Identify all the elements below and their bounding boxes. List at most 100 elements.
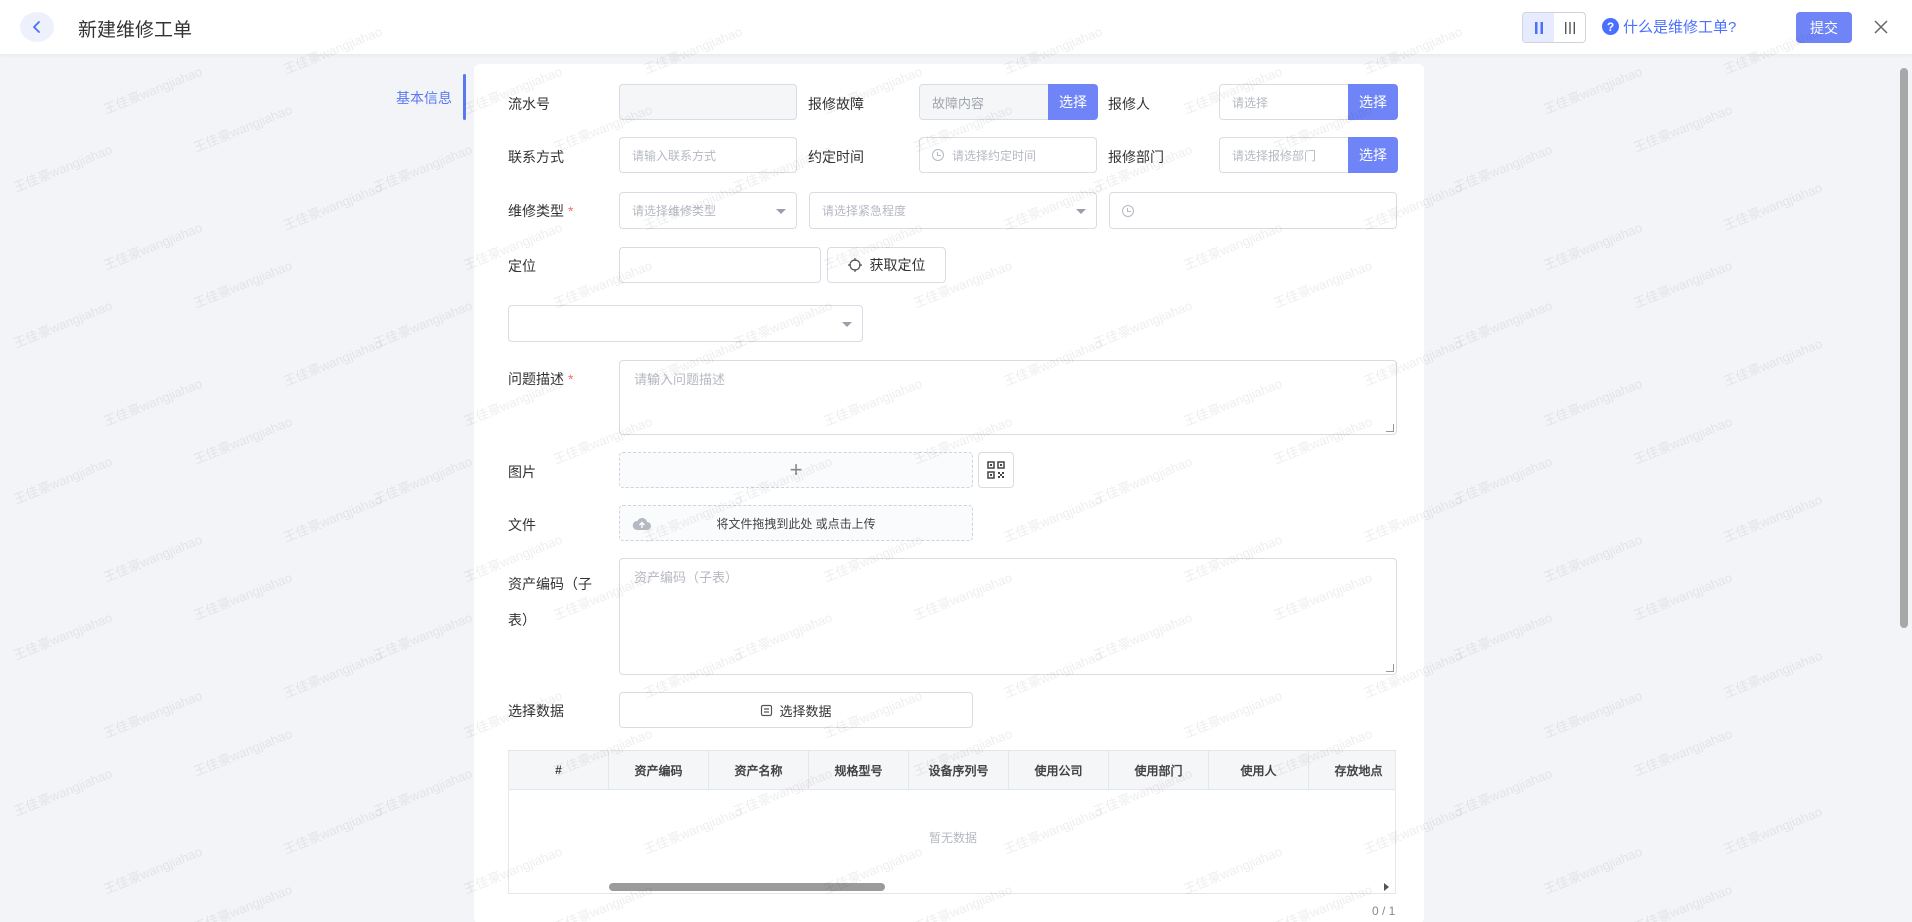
resize-handle[interactable] bbox=[1386, 664, 1394, 672]
close-icon bbox=[1874, 20, 1888, 34]
watermark-text: 王佳豪wangjiahao bbox=[11, 609, 115, 664]
watermark-text: 王佳豪wangjiahao bbox=[281, 647, 385, 702]
scroll-right-icon[interactable] bbox=[1384, 883, 1389, 891]
submit-button[interactable]: 提交 bbox=[1796, 12, 1852, 43]
column-header-company: 使用公司 bbox=[1009, 751, 1109, 789]
page-vertical-scrollbar[interactable] bbox=[1900, 68, 1910, 628]
clock-icon bbox=[932, 149, 944, 161]
fault-input[interactable]: 故障内容 bbox=[919, 84, 1049, 120]
resize-handle[interactable] bbox=[1386, 424, 1394, 432]
column-header-index: # bbox=[509, 751, 609, 789]
appointment-input[interactable]: 请选择约定时间 bbox=[919, 137, 1097, 173]
chevron-down-icon bbox=[776, 208, 786, 214]
asset-code-textarea[interactable]: 资产编码（子表） bbox=[619, 558, 1397, 675]
help-link[interactable]: ? 什么是维修工单? bbox=[1602, 16, 1736, 37]
select-data-button[interactable]: 选择数据 bbox=[619, 692, 973, 728]
serial-label: 流水号 bbox=[508, 96, 550, 112]
close-button[interactable] bbox=[1870, 16, 1892, 38]
clock-icon bbox=[1122, 204, 1134, 217]
file-label: 文件 bbox=[508, 517, 536, 533]
three-column-layout-button[interactable] bbox=[1554, 13, 1585, 42]
watermark-text: 王佳豪wangjiahao bbox=[1541, 843, 1645, 898]
scrollbar-thumb[interactable] bbox=[1900, 68, 1908, 628]
select-data-label: 选择数据 bbox=[508, 703, 564, 719]
watermark-text: 王佳豪wangjiahao bbox=[1721, 647, 1825, 702]
table-empty-text: 暂无数据 bbox=[928, 831, 977, 845]
reporter-choose-button[interactable]: 选择 bbox=[1348, 84, 1398, 120]
column-header-serial-number: 设备序列号 bbox=[909, 751, 1009, 789]
repair-type-label: 维修类型 * bbox=[508, 201, 573, 221]
qr-code-icon bbox=[987, 461, 1005, 479]
description-textarea[interactable]: 请输入问题描述 bbox=[619, 360, 1397, 435]
image-label: 图片 bbox=[508, 464, 536, 480]
location-select[interactable] bbox=[508, 305, 863, 342]
column-header-storage-location: 存放地点 bbox=[1309, 751, 1395, 789]
image-upload-area[interactable]: + bbox=[619, 452, 973, 488]
watermark-text: 王佳豪wangjiahao bbox=[191, 569, 295, 624]
watermark-text: 王佳豪wangjiahao bbox=[101, 843, 205, 898]
watermark-text: 王佳豪wangjiahao bbox=[371, 297, 475, 352]
watermark-text: 王佳豪wangjiahao bbox=[11, 765, 115, 820]
watermark-text: 王佳豪wangjiahao bbox=[1541, 375, 1645, 430]
fault-label: 报修故障 bbox=[808, 96, 864, 112]
two-column-icon bbox=[1534, 21, 1543, 34]
column-header-user: 使用人 bbox=[1209, 751, 1309, 789]
watermark-text: 王佳豪wangjiahao bbox=[11, 297, 115, 352]
page-title: 新建维修工单 bbox=[78, 20, 193, 41]
description-label-text: 问题描述 bbox=[508, 371, 564, 387]
watermark-text: 王佳豪wangjiahao bbox=[1631, 413, 1735, 468]
watermark-text: 王佳豪wangjiahao bbox=[1451, 453, 1555, 508]
reporter-label: 报修人 bbox=[1108, 96, 1150, 112]
asset-table: # 资产编码 资产名称 规格型号 设备序列号 使用公司 使用部门 使用人 存放地… bbox=[508, 750, 1396, 894]
watermark-text: 王佳豪wangjiahao bbox=[1631, 725, 1735, 780]
watermark-text: 王佳豪wangjiahao bbox=[101, 219, 205, 274]
watermark-text: 王佳豪wangjiahao bbox=[281, 803, 385, 858]
serial-input[interactable] bbox=[619, 84, 797, 120]
column-header-department: 使用部门 bbox=[1109, 751, 1209, 789]
contact-label: 联系方式 bbox=[508, 149, 564, 165]
repair-type-label-text: 维修类型 bbox=[508, 203, 564, 219]
layout-toggle[interactable] bbox=[1522, 12, 1586, 43]
description-placeholder: 请输入问题描述 bbox=[634, 372, 726, 387]
help-link-text: 什么是维修工单? bbox=[1623, 19, 1737, 36]
reporter-input[interactable]: 请选择 bbox=[1219, 84, 1349, 120]
watermark-text: 王佳豪wangjiahao bbox=[1451, 297, 1555, 352]
select-data-label-text: 选择数据 bbox=[779, 703, 832, 719]
table-pager: 0 / 1 bbox=[1372, 904, 1396, 918]
watermark-text: 王佳豪wangjiahao bbox=[281, 335, 385, 390]
location-input[interactable] bbox=[619, 247, 821, 283]
table-horizontal-scrollbar[interactable] bbox=[609, 883, 1389, 891]
watermark-text: 王佳豪wangjiahao bbox=[371, 609, 475, 664]
watermark-text: 王佳豪wangjiahao bbox=[191, 725, 295, 780]
back-button[interactable] bbox=[20, 12, 54, 42]
file-upload-hint: 将文件拖拽到此处 或点击上传 bbox=[716, 516, 876, 531]
chevron-down-icon bbox=[842, 321, 852, 327]
contact-input[interactable]: 请输入联系方式 bbox=[619, 137, 797, 173]
watermark-text: 王佳豪wangjiahao bbox=[1451, 765, 1555, 820]
page-header: 新建维修工单 ? 什么是维修工单? 提交 bbox=[0, 0, 1912, 54]
get-location-button[interactable]: 获取定位 bbox=[827, 247, 946, 283]
department-label: 报修部门 bbox=[1108, 149, 1164, 165]
watermark-text: 王佳豪wangjiahao bbox=[101, 375, 205, 430]
department-input[interactable]: 请选择报修部门 bbox=[1219, 137, 1349, 173]
file-upload-area[interactable]: 将文件拖拽到此处 或点击上传 bbox=[619, 505, 973, 541]
watermark-text: 王佳豪wangjiahao bbox=[1541, 63, 1645, 118]
scrollbar-thumb[interactable] bbox=[609, 883, 885, 891]
time-picker[interactable] bbox=[1109, 192, 1397, 229]
urgency-select[interactable]: 请选择紧急程度 bbox=[809, 192, 1097, 229]
department-choose-button[interactable]: 选择 bbox=[1348, 137, 1398, 173]
anchor-item-basic-info[interactable]: 基本信息 bbox=[396, 88, 452, 108]
watermark-text: 王佳豪wangjiahao bbox=[371, 141, 475, 196]
watermark-text: 王佳豪wangjiahao bbox=[191, 101, 295, 156]
watermark-text: 王佳豪wangjiahao bbox=[101, 63, 205, 118]
watermark-text: 王佳豪wangjiahao bbox=[1631, 569, 1735, 624]
asset-code-placeholder: 资产编码（子表） bbox=[634, 570, 739, 585]
watermark-text: 王佳豪wangjiahao bbox=[191, 257, 295, 312]
repair-type-select[interactable]: 请选择维修类型 bbox=[619, 192, 797, 229]
two-column-layout-button[interactable] bbox=[1523, 13, 1554, 42]
qr-code-button[interactable] bbox=[978, 452, 1014, 488]
fault-choose-button[interactable]: 选择 bbox=[1048, 84, 1098, 120]
description-label: 问题描述 * bbox=[508, 369, 573, 389]
watermark-text: 王佳豪wangjiahao bbox=[11, 453, 115, 508]
watermark-text: 王佳豪wangjiahao bbox=[1721, 491, 1825, 546]
